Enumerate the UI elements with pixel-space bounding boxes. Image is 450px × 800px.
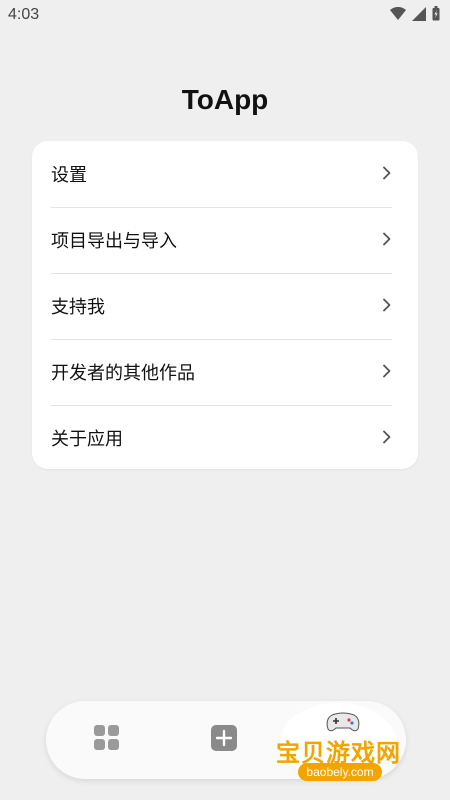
add-square-icon (211, 725, 237, 755)
menu-item-support-me[interactable]: 支持我 (32, 273, 418, 339)
menu-item-project-export-import[interactable]: 项目导出与导入 (32, 207, 418, 273)
chevron-right-icon (382, 363, 392, 382)
watermark-logo: 宝贝游戏网 baobely.com (272, 703, 432, 783)
watermark-url: baobely.com (298, 763, 382, 781)
nav-grid-button[interactable] (92, 725, 122, 755)
menu-item-settings[interactable]: 设置 (32, 141, 418, 207)
wifi-icon (390, 6, 406, 25)
app-title: ToApp (181, 84, 269, 115)
menu-item-developer-other-works[interactable]: 开发者的其他作品 (32, 339, 418, 405)
status-bar: 4:03 (0, 0, 450, 32)
menu-item-about-app[interactable]: 关于应用 (32, 405, 418, 471)
nav-add-button[interactable] (209, 725, 239, 755)
status-time: 4:03 (8, 6, 40, 23)
chevron-right-icon (382, 231, 392, 250)
chevron-right-icon (382, 297, 392, 316)
menu-item-label: 支持我 (51, 297, 105, 318)
status-icons (390, 6, 440, 25)
menu-item-label: 关于应用 (51, 429, 123, 450)
battery-icon (432, 6, 440, 25)
cellular-signal-icon (412, 6, 426, 25)
chevron-right-icon (382, 165, 392, 184)
grid-icon (94, 725, 120, 755)
menu-item-label: 开发者的其他作品 (51, 363, 195, 384)
menu-item-label: 设置 (51, 165, 87, 186)
chevron-right-icon (382, 429, 392, 448)
settings-menu-card: 设置 项目导出与导入 支持我 开发者的其他作品 关于应用 (32, 141, 418, 469)
menu-item-label: 项目导出与导入 (51, 231, 177, 252)
